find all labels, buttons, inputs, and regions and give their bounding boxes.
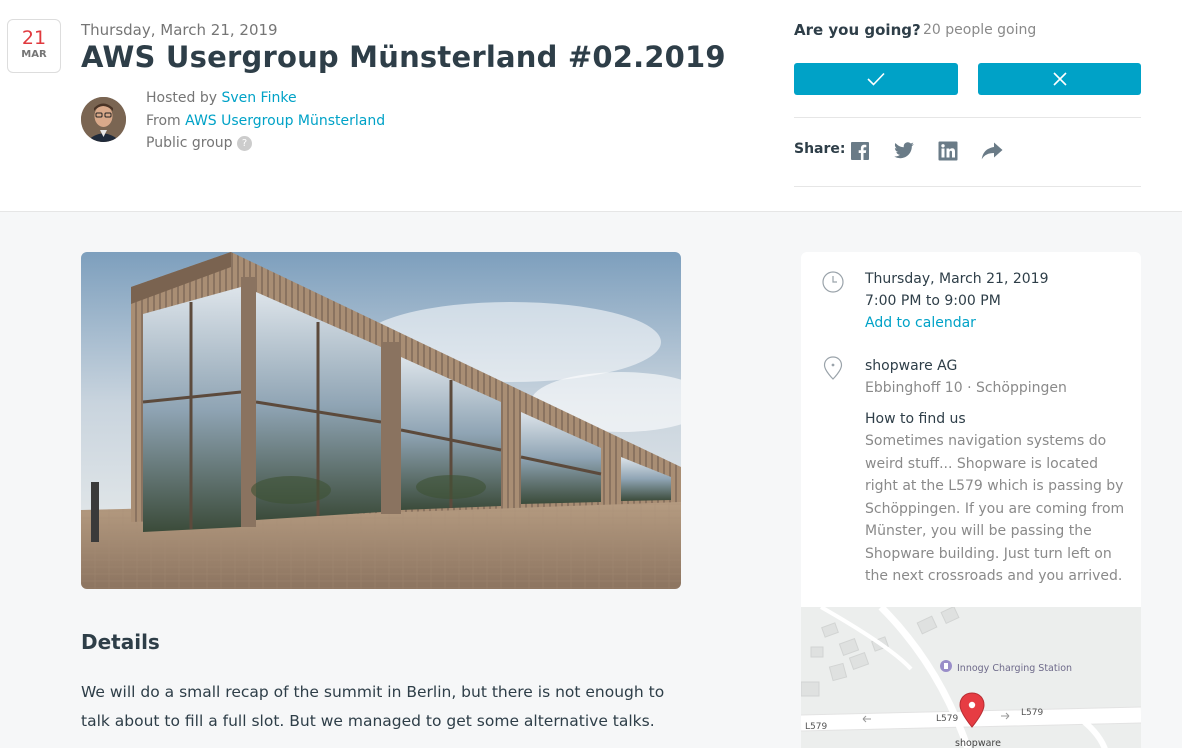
divider [794, 186, 1141, 187]
rsvp-yes-button[interactable] [794, 63, 958, 95]
event-time-range: 7:00 PM to 9:00 PM [865, 293, 1001, 309]
date-badge-month: MAR [21, 49, 47, 60]
attendee-count[interactable]: 20 people going [923, 22, 1036, 38]
host-name-link[interactable]: Sven Finke [221, 90, 296, 106]
event-info-card: Thursday, March 21, 2019 7:00 PM to 9:00… [801, 252, 1141, 748]
find-us-text: Sometimes navigation systems do weird st… [865, 433, 1125, 584]
map-road-label: L579 [936, 714, 958, 724]
rsvp-question: Are you going? [794, 21, 921, 39]
venue-block: shopware AG Ebbinghoff 10 · Schöppingen [865, 355, 1067, 399]
location-pin-icon [821, 355, 845, 380]
twitter-icon[interactable] [893, 140, 915, 162]
from-group-line: From AWS Usergroup Münsterland [146, 110, 385, 133]
host-info: Hosted by Sven Finke From AWS Usergroup … [146, 87, 385, 155]
linkedin-icon[interactable] [937, 140, 959, 162]
group-type-line: Public group ? [146, 132, 385, 155]
share-label: Share: [794, 141, 846, 157]
date-badge: 21 MAR [7, 19, 61, 73]
map-poi-label: Innogy Charging Station [957, 663, 1072, 674]
details-body: We will do a small recap of the summit i… [81, 683, 665, 730]
facebook-icon[interactable] [849, 140, 871, 162]
venue-name[interactable]: shopware AG [865, 355, 1067, 377]
from-prefix: From [146, 112, 181, 129]
hosted-by-prefix: Hosted by [146, 90, 217, 106]
group-name-link[interactable]: AWS Usergroup Münsterland [185, 113, 385, 129]
event-date: Thursday, March 21, 2019 [81, 21, 278, 39]
event-header: 21 MAR Thursday, March 21, 2019 AWS User… [0, 0, 1182, 212]
rsvp-no-button[interactable] [978, 63, 1141, 95]
host-avatar[interactable] [81, 97, 126, 142]
group-type: Public group [146, 135, 233, 151]
hosted-by-line: Hosted by Sven Finke [146, 87, 385, 110]
details-heading: Details [81, 630, 160, 654]
clock-icon [821, 270, 845, 294]
event-photo [81, 252, 681, 589]
datetime-block: Thursday, March 21, 2019 7:00 PM to 9:00… [865, 268, 1048, 334]
check-icon [867, 72, 885, 86]
page-title: AWS Usergroup Münsterland #02.2019 [81, 40, 726, 74]
help-icon[interactable]: ? [237, 135, 252, 151]
share-arrow-icon[interactable] [981, 140, 1003, 162]
location-map[interactable]: Innogy Charging Station L579 L579 L579 s… [801, 604, 1141, 748]
find-us-heading: How to find us [865, 411, 966, 427]
venue-address: Ebbinghoff 10 · Schöppingen [865, 380, 1067, 396]
map-road-label: L579 [1021, 708, 1043, 718]
date-badge-day: 21 [21, 27, 47, 49]
divider [794, 117, 1141, 118]
event-date-full: Thursday, March 21, 2019 [865, 271, 1049, 287]
close-icon [1052, 72, 1067, 86]
add-to-calendar-link[interactable]: Add to calendar [865, 312, 1048, 334]
map-road-label: L579 [805, 722, 827, 732]
map-marker-label: shopware [955, 738, 1001, 748]
